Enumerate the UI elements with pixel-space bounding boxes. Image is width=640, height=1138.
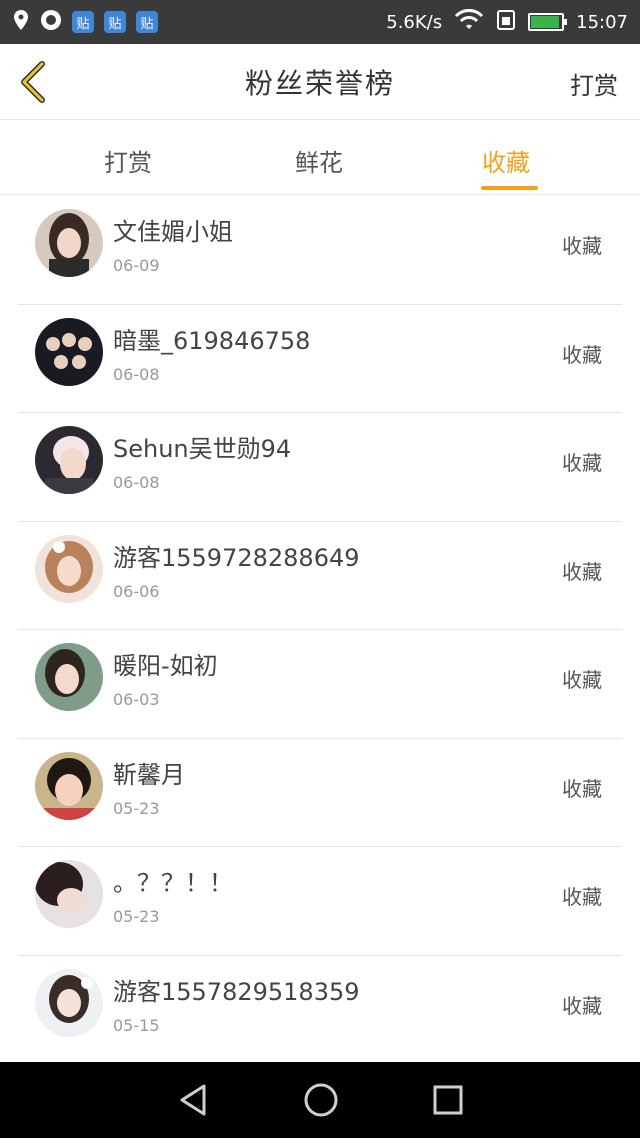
avatar — [35, 860, 103, 928]
date: 05-15 — [113, 1015, 160, 1035]
user-name: 。？？！！ — [113, 869, 233, 897]
list-item[interactable]: 靳馨月 05-23 收藏 — [18, 739, 622, 847]
home-nav-button[interactable] — [303, 1082, 339, 1118]
list-item[interactable]: 暗墨_619846758 06-08 收藏 — [18, 305, 622, 413]
date: 06-08 — [113, 364, 160, 384]
list-item[interactable]: Sehun吴世勋94 06-08 收藏 — [18, 413, 622, 522]
date: 05-23 — [113, 907, 160, 926]
notification-badge: 贴 — [104, 11, 126, 33]
tab-bar: 打赏 鲜花 收藏 — [0, 121, 640, 195]
avatar — [35, 751, 103, 820]
date: 06-06 — [113, 581, 160, 601]
reward-link[interactable]: 打赏 — [570, 66, 618, 101]
system-nav-bar — [0, 1062, 640, 1138]
action-label: 收藏 — [562, 885, 602, 909]
date: 06-03 — [113, 690, 160, 709]
user-name: 文佳媚小姐 — [113, 218, 233, 246]
chevron-left-icon — [21, 61, 45, 103]
header: 粉丝荣誉榜 打赏 — [0, 44, 640, 120]
user-name: 靳馨月 — [113, 760, 185, 789]
date: 06-09 — [113, 256, 160, 275]
page-title: 粉丝荣誉榜 — [244, 66, 395, 100]
active-tab-indicator — [481, 186, 538, 190]
notification-badge: 贴 — [72, 11, 94, 33]
notification-badge: 贴 — [136, 11, 158, 33]
action-label: 收藏 — [562, 776, 602, 801]
tab-reward[interactable]: 打赏 — [104, 143, 152, 178]
avatar — [35, 534, 103, 603]
list-item[interactable]: 游客1557829518359 05-15 收藏 — [18, 956, 622, 1064]
app-icon — [40, 9, 62, 35]
avatar — [35, 209, 103, 277]
net-speed: 5.6K/s — [386, 11, 443, 33]
user-name: 暗墨_619846758 — [113, 326, 311, 355]
avatar — [35, 426, 103, 494]
user-name: 游客1559728288649 — [113, 543, 360, 572]
user-name: 暖阳-如初 — [113, 652, 218, 680]
clock: 15:07 — [576, 11, 628, 33]
avatar — [35, 317, 103, 386]
list-item[interactable]: 。？？！！ 05-23 收藏 — [18, 847, 622, 956]
back-button[interactable] — [12, 58, 60, 106]
date: 06-08 — [113, 473, 160, 492]
action-label: 收藏 — [562, 668, 602, 692]
tab-flowers[interactable]: 鲜花 — [295, 143, 343, 178]
status-bar: 贴 贴 贴 5.6K/s 15:07 — [0, 0, 640, 44]
square-recents-icon — [433, 1085, 463, 1115]
fan-list: 文佳媚小姐 06-09 收藏 暗墨_619846758 06-08 收藏 Seh… — [0, 196, 640, 1064]
avatar — [35, 643, 103, 711]
location-icon — [12, 9, 30, 35]
triangle-back-icon — [180, 1084, 206, 1116]
action-label: 收藏 — [562, 993, 602, 1018]
list-item[interactable]: 文佳媚小姐 06-09 收藏 — [18, 196, 622, 305]
action-label: 收藏 — [562, 451, 602, 475]
recents-nav-button[interactable] — [432, 1084, 464, 1116]
sim-icon — [496, 9, 516, 36]
date: 05-23 — [113, 798, 160, 818]
battery-icon — [528, 13, 568, 31]
back-nav-button[interactable] — [176, 1083, 210, 1117]
user-name: 游客1557829518359 — [113, 977, 360, 1006]
avatar — [35, 968, 103, 1037]
circle-home-icon — [304, 1083, 338, 1117]
action-label: 收藏 — [562, 559, 602, 584]
action-label: 收藏 — [562, 234, 602, 258]
tab-favorites[interactable]: 收藏 — [482, 143, 530, 178]
list-item[interactable]: 暖阳-如初 06-03 收藏 — [18, 630, 622, 739]
list-item[interactable]: 游客1559728288649 06-06 收藏 — [18, 522, 622, 630]
wifi-icon — [454, 8, 484, 36]
action-label: 收藏 — [562, 342, 602, 367]
user-name: Sehun吴世勋94 — [113, 435, 292, 463]
